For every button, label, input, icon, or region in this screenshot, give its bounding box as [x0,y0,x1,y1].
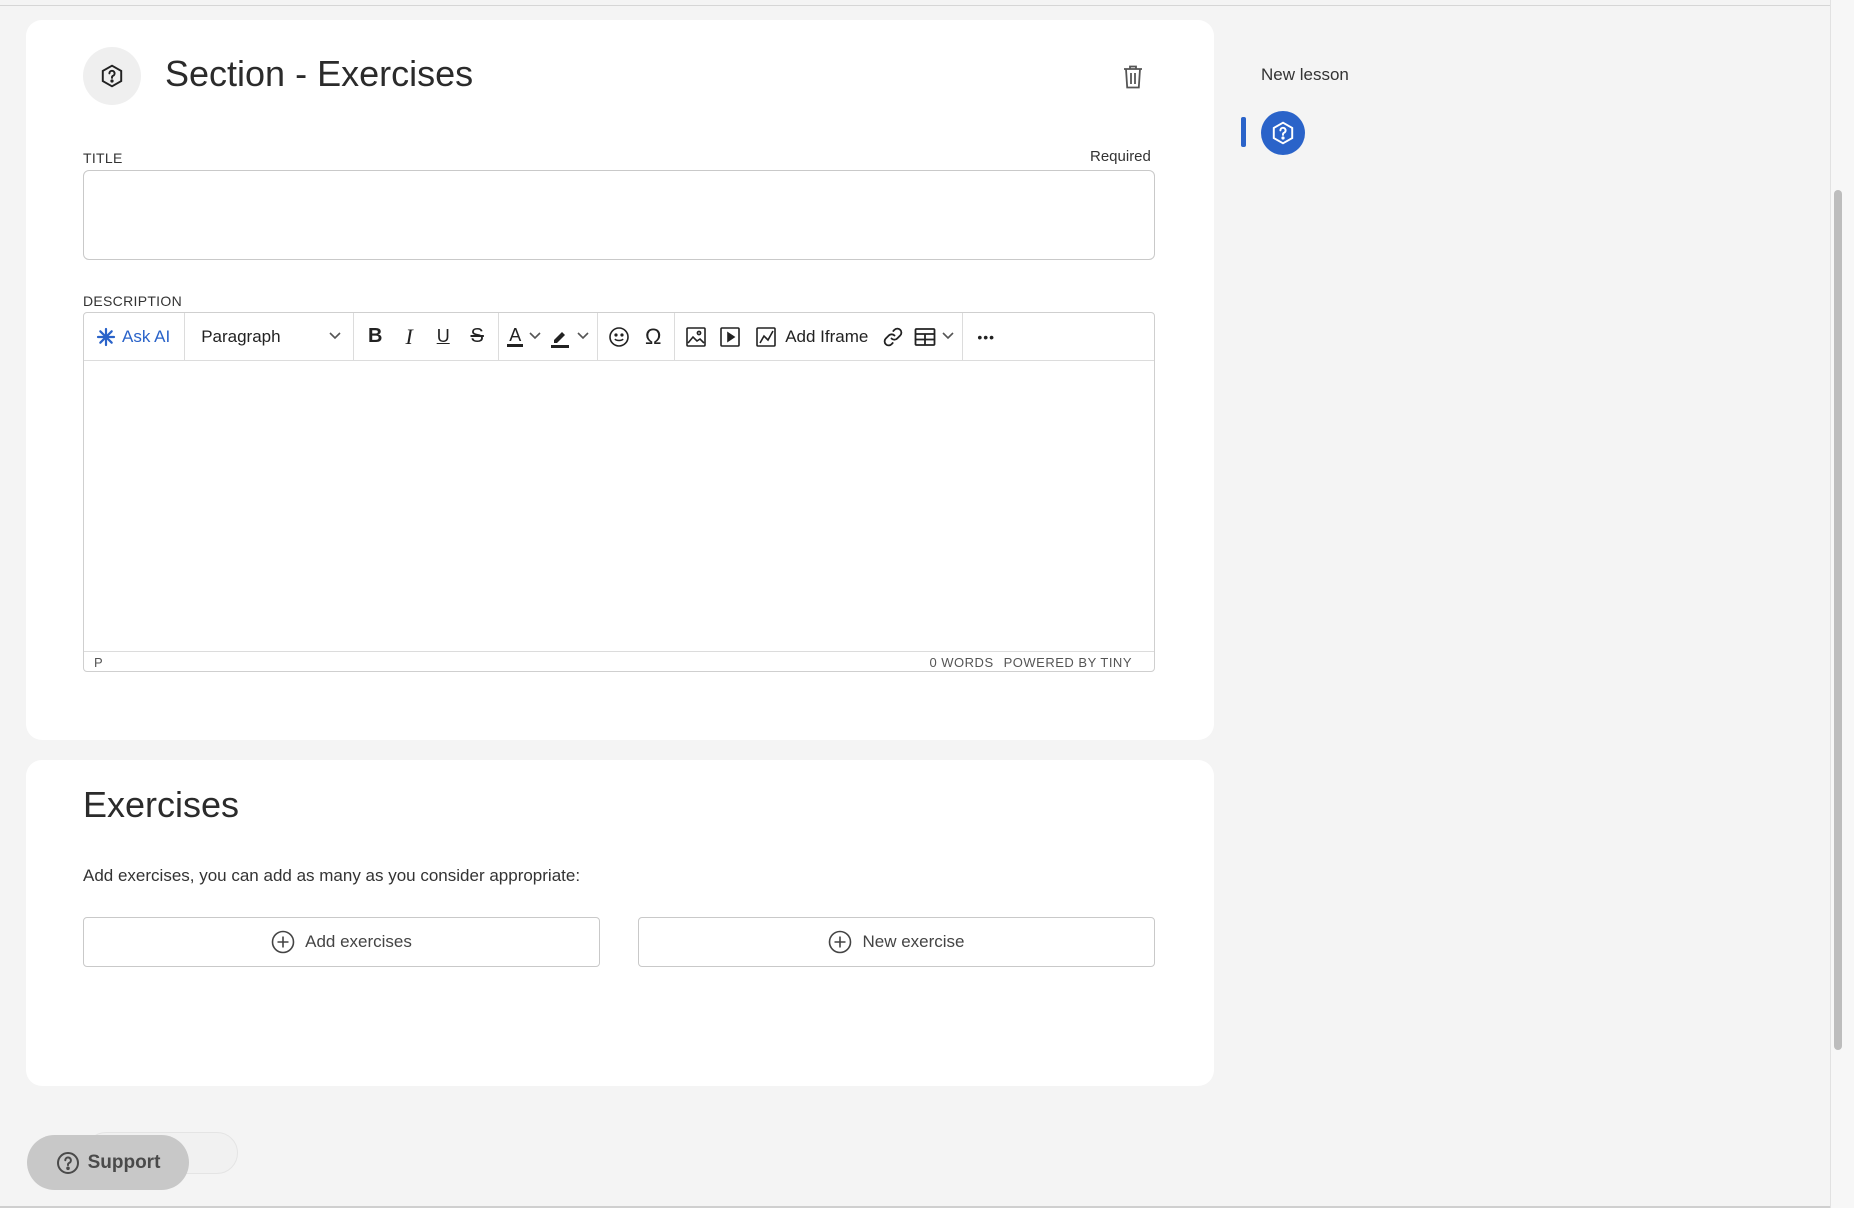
block-format-select[interactable]: Paragraph [189,319,349,355]
active-indicator [1241,117,1246,147]
chevron-down-icon [529,331,541,343]
exercises-heading: Exercises [83,784,240,825]
chevron-down-icon [577,331,589,343]
plus-circle-icon [271,930,295,954]
underline-button[interactable]: U [426,319,460,355]
emoji-icon[interactable] [602,319,636,355]
exercises-card: Exercises Add exercises, you can add as … [26,760,1214,1086]
page-title: Section - Exercises [165,53,474,94]
link-icon[interactable] [876,319,910,355]
add-exercises-label: Add exercises [305,932,412,951]
section-type-icon [83,47,141,105]
image-icon[interactable] [679,319,713,355]
editor-toolbar: Ask AI Paragraph B I U S A Ω Add Iframe … [84,312,1154,361]
video-icon[interactable] [713,319,747,355]
exercises-description: Add exercises, you can add as many as yo… [83,866,581,885]
element-path[interactable]: P [94,655,103,670]
lesson-title[interactable]: New lesson [1261,65,1349,85]
title-label: TITLE [83,150,123,166]
special-character-button[interactable]: Ω [636,319,670,355]
add-iframe-button[interactable]: Add Iframe [747,319,876,355]
chevron-down-icon [329,331,341,343]
help-circle-icon [56,1151,79,1174]
bold-button[interactable]: B [358,319,392,355]
new-exercise-label: New exercise [862,932,965,951]
ask-ai-button[interactable]: Ask AI [88,319,180,355]
text-color-button[interactable]: A [503,319,545,355]
trash-icon[interactable] [1118,60,1148,94]
iframe-icon [756,326,777,347]
italic-button[interactable]: I [392,319,426,355]
chevron-down-icon [942,331,954,343]
highlighter-icon [551,331,570,348]
add-exercises-button[interactable]: Add exercises [83,917,600,967]
new-exercise-button[interactable]: New exercise [638,917,1155,967]
rich-text-editor: Ask AI Paragraph B I U S A Ω Add Iframe … [83,312,1155,672]
editor-content-area[interactable] [84,361,1154,651]
description-label: DESCRIPTION [83,293,182,309]
highlight-color-button[interactable] [545,319,593,355]
add-iframe-label: Add Iframe [785,326,869,346]
required-label: Required [1090,148,1151,165]
support-label: Support [87,1151,161,1173]
scrollbar[interactable] [1834,190,1842,1050]
question-hexagon-icon [1272,121,1294,145]
text-color-label: A [507,325,524,347]
editor-statusbar: P 0 WORDS POWERED BY TINY [84,651,1154,672]
table-button[interactable] [910,319,958,355]
powered-by-link[interactable]: POWERED BY TINY [1004,655,1132,670]
word-count[interactable]: 0 WORDS [929,655,993,670]
strikethrough-button[interactable]: S [460,319,494,355]
ai-sparkle-icon [96,327,116,346]
section-card: Section - Exercises TITLE Required DESCR… [26,20,1214,740]
table-icon [914,327,936,346]
support-button[interactable]: Support [27,1135,189,1190]
plus-circle-icon [829,930,852,954]
title-input[interactable] [83,170,1155,260]
more-options-button[interactable]: ••• [967,319,1005,355]
block-format-label: Paragraph [201,326,281,346]
ask-ai-label: Ask AI [122,326,171,346]
section-nav-item[interactable] [1261,111,1305,155]
top-divider [0,0,1830,6]
